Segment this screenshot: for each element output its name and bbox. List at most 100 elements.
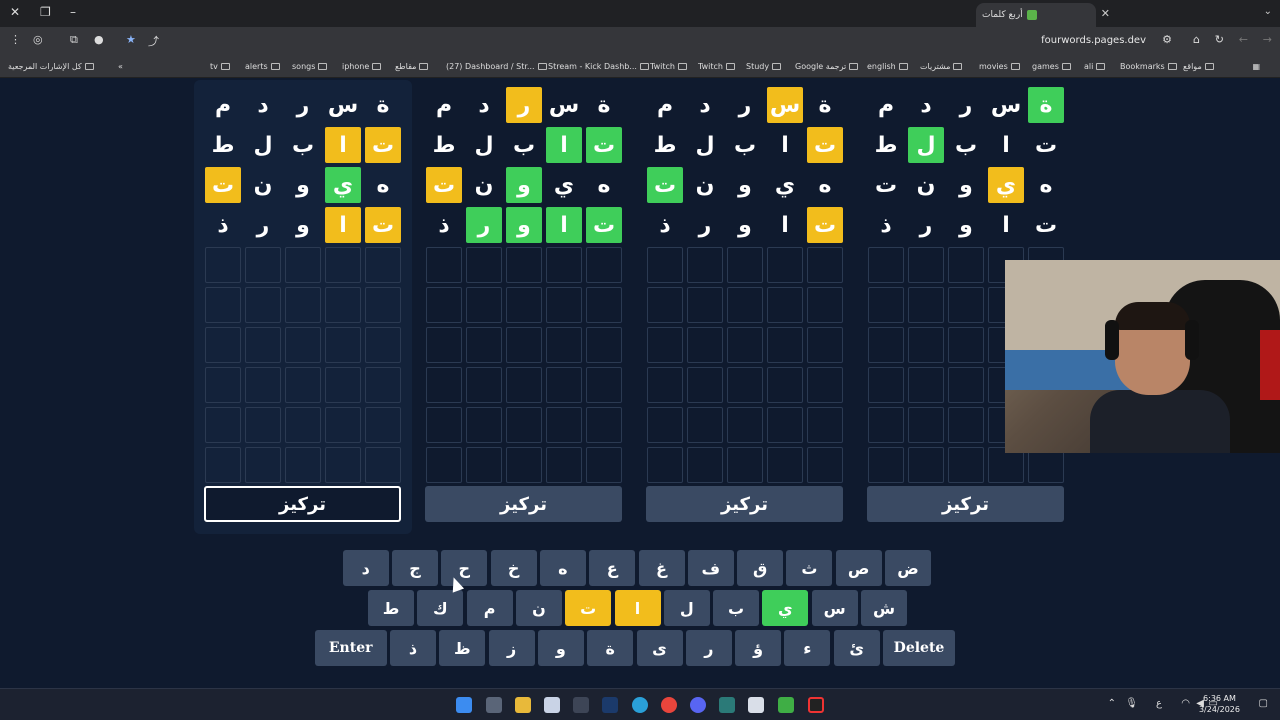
share-icon[interactable]: ⤴	[148, 33, 159, 49]
keyboard-key[interactable]: ض	[885, 550, 931, 586]
keyboard-key[interactable]: م	[466, 590, 513, 626]
keyboard-key[interactable]: خ	[490, 550, 537, 586]
bookmark-item[interactable]: مقاطع	[395, 62, 429, 71]
keyboard-key[interactable]: د	[342, 550, 389, 586]
keyboard-key[interactable]: ص	[835, 550, 882, 586]
keyboard-key[interactable]: ف	[687, 550, 734, 586]
keyboard-key[interactable]: ئ	[833, 630, 880, 666]
extension-icon[interactable]: ●	[94, 33, 104, 46]
keyboard-key[interactable]: ة	[587, 630, 634, 666]
keyboard-key[interactable]: ن	[515, 590, 562, 626]
bookmark-item[interactable]: tv	[210, 62, 230, 71]
keyboard-key[interactable]: ء	[784, 630, 831, 666]
windows-start-icon[interactable]	[456, 697, 472, 713]
app-icon[interactable]	[719, 697, 735, 713]
bookmark-item[interactable]: Twitch	[698, 62, 735, 71]
wifi-icon[interactable]: ◠	[1181, 698, 1190, 709]
keyboard-key[interactable]: ر	[685, 630, 732, 666]
keyboard-key[interactable]: ك	[417, 590, 464, 626]
keyboard-key[interactable]: ي	[762, 590, 809, 626]
bookmark-item[interactable]: english	[867, 62, 908, 71]
keyboard-key[interactable]: ط	[368, 590, 414, 626]
focus-board-button[interactable]: تركيز	[867, 486, 1064, 522]
steam-icon[interactable]	[602, 697, 618, 713]
app-icon[interactable]	[748, 697, 764, 713]
chrome-icon[interactable]	[661, 697, 677, 713]
empty-tile	[506, 287, 542, 323]
keyboard-key[interactable]: ج	[392, 550, 438, 586]
reload-icon[interactable]: ↻	[1215, 33, 1224, 46]
bookmark-item[interactable]: alerts	[245, 62, 280, 71]
browser-tab[interactable]: أربع كلمات	[976, 3, 1096, 27]
file-explorer-icon[interactable]	[515, 697, 531, 713]
keyboard-key[interactable]: ش	[861, 590, 907, 626]
delete-key[interactable]: Delete	[883, 630, 955, 666]
keyboard-key[interactable]: ث	[786, 550, 833, 586]
tab-search-icon[interactable]: ⌄	[1264, 6, 1272, 17]
enter-key[interactable]: Enter	[314, 630, 387, 666]
menu-icon[interactable]: ⋮	[10, 33, 21, 46]
recorder-icon[interactable]	[808, 697, 824, 713]
keyboard-key[interactable]: ز	[488, 630, 535, 666]
terminal-icon[interactable]	[573, 697, 589, 713]
notifications-icon[interactable]: ▢	[1259, 698, 1268, 709]
home-icon[interactable]: ⌂	[1193, 33, 1200, 46]
bookmark-item[interactable]: Bookmarks	[1120, 62, 1177, 71]
url-text[interactable]: fourwords.pages.dev	[1041, 35, 1146, 46]
keyboard-key[interactable]: ت	[565, 590, 612, 626]
keyboard-key[interactable]: ى	[636, 630, 683, 666]
keyboard-key[interactable]: ظ	[439, 630, 486, 666]
empty-tile	[868, 287, 904, 323]
xbox-icon[interactable]	[778, 697, 794, 713]
bookmarks-overflow-icon[interactable]: «	[118, 62, 123, 71]
minimize-window-icon[interactable]: –	[70, 5, 76, 19]
bookmark-item[interactable]: (27) Dashboard / Str...	[446, 62, 547, 71]
extensions-icon[interactable]: ⧉	[70, 33, 78, 47]
language-indicator[interactable]: ع	[1156, 698, 1162, 709]
profile-icon[interactable]: ◎	[33, 33, 43, 46]
discord-icon[interactable]	[690, 697, 706, 713]
back-icon[interactable]: ←	[1239, 33, 1248, 46]
keyboard-key[interactable]: ؤ	[735, 630, 782, 666]
site-settings-icon[interactable]: ⚙	[1162, 33, 1172, 46]
bookmark-item[interactable]: مشتريات	[920, 62, 963, 71]
bookmarks-grid-icon[interactable]: ▦	[1252, 62, 1260, 71]
bookmark-item[interactable]: Stream - Kick Dashb...	[548, 62, 649, 71]
keyboard-key[interactable]: ا	[614, 590, 661, 626]
keyboard-key[interactable]: س	[811, 590, 858, 626]
keyboard-key[interactable]: ه	[539, 550, 586, 586]
bookmark-item[interactable]: iphone	[342, 62, 382, 71]
tray-overflow-icon[interactable]: ⌃	[1108, 698, 1116, 709]
bookmark-item[interactable]: games	[1032, 62, 1071, 71]
bookmark-item[interactable]: Google ترجمة	[795, 62, 859, 71]
edge-icon[interactable]	[632, 697, 648, 713]
bookmark-item[interactable]: Study	[746, 62, 782, 71]
keyboard-key[interactable]: ع	[589, 550, 636, 586]
bookmark-item[interactable]: مواقع	[1183, 62, 1214, 71]
all-bookmarks[interactable]: كل الإشارات المرجعية	[8, 62, 94, 71]
bookmark-item[interactable]: ali	[1084, 62, 1106, 71]
close-tab-icon[interactable]: ✕	[1101, 7, 1110, 20]
store-icon[interactable]	[544, 697, 560, 713]
bookmark-item[interactable]: songs	[292, 62, 328, 71]
bookmark-item[interactable]: Twitch	[650, 62, 687, 71]
system-clock[interactable]: 6:36 AM 3/24/2026	[1199, 693, 1240, 715]
focus-board-button[interactable]: تركيز	[425, 486, 622, 522]
bookmark-item[interactable]: movies	[979, 62, 1020, 71]
keyboard-key[interactable]: ل	[663, 590, 710, 626]
microphone-icon[interactable]: 🎙	[1125, 698, 1138, 709]
restore-window-icon[interactable]: ❐	[40, 5, 51, 19]
keyboard-key[interactable]: ق	[737, 550, 784, 586]
forward-icon[interactable]: →	[1263, 33, 1272, 46]
taskbar: ⌃ 🎙 ع ◠ ◀ ▭ 6:36 AM 3/24/2026 ▢	[0, 688, 1280, 720]
focus-board-button[interactable]: تركيز	[646, 486, 843, 522]
keyboard-key[interactable]: غ	[638, 550, 685, 586]
board-tile: ي	[325, 167, 361, 203]
keyboard-key[interactable]: و	[537, 630, 584, 666]
bookmark-star-icon[interactable]: ★	[126, 33, 136, 46]
close-window-icon[interactable]: ✕	[10, 5, 20, 19]
task-view-icon[interactable]	[486, 697, 502, 713]
focus-board-button[interactable]: تركيز	[204, 486, 401, 522]
keyboard-key[interactable]: ب	[713, 590, 760, 626]
keyboard-key[interactable]: ذ	[390, 630, 436, 666]
